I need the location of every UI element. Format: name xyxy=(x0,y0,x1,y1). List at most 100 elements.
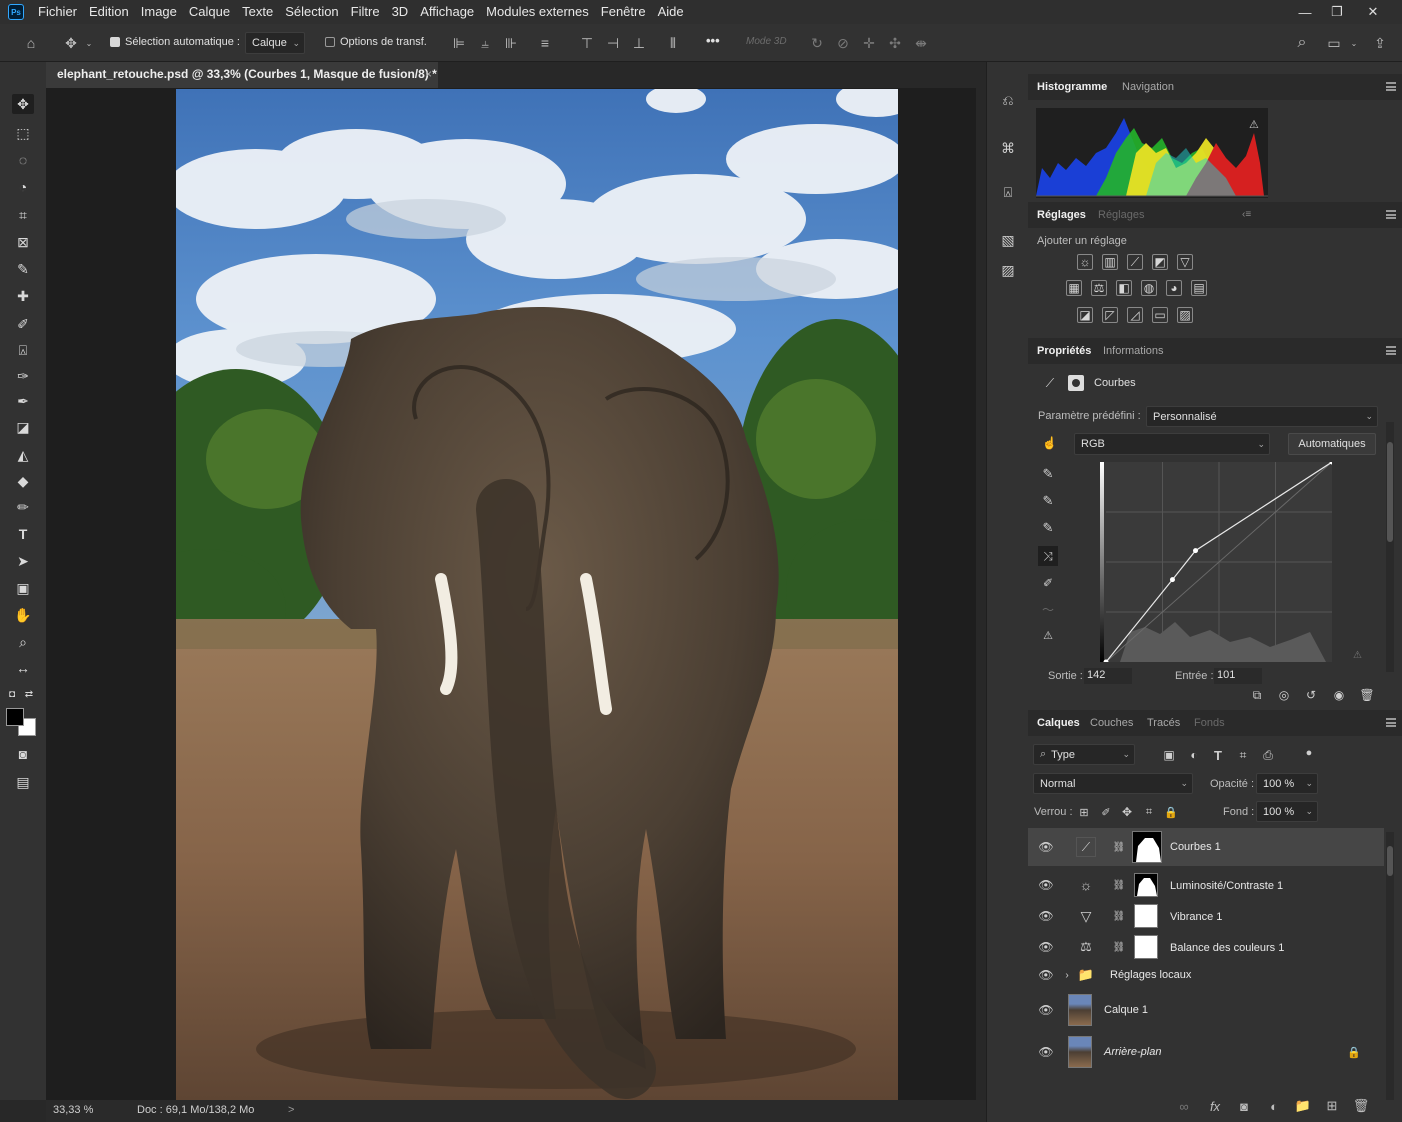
output-field[interactable]: 142 xyxy=(1084,668,1132,684)
posterize-icon[interactable]: ◸ xyxy=(1102,307,1118,323)
align-center-h-icon[interactable]: ⫨ xyxy=(476,34,494,52)
minimize-button[interactable]: — xyxy=(1288,0,1322,24)
panel-collapse-icon[interactable]: ‹≡ xyxy=(1242,209,1251,220)
paragraph-panel-icon[interactable]: ▧ xyxy=(998,230,1018,250)
lock-all-icon[interactable]: 🔒 xyxy=(1161,802,1181,822)
scrollbar-thumb[interactable] xyxy=(1387,442,1393,542)
pen-tool-icon[interactable]: ✏ xyxy=(12,497,34,517)
marquee-tool-icon[interactable]: ⬚ xyxy=(12,123,34,143)
lock-icon[interactable]: 🔒 xyxy=(1344,1042,1364,1062)
new-group-icon[interactable]: 📁 xyxy=(1295,1098,1311,1114)
set-black-point-icon[interactable]: ✎ xyxy=(1038,464,1058,484)
restore-button[interactable]: ❐ xyxy=(1320,0,1354,24)
layer-row-vibrance[interactable]: 👁 ▽ ⛓ Vibrance 1 xyxy=(1028,901,1384,932)
document-tab[interactable]: elephant_retouche.psd @ 33,3% (Courbes 1… xyxy=(46,62,438,88)
filter-pixel-icon[interactable]: ▣ xyxy=(1159,745,1179,765)
arriere-plan-thumbnail[interactable] xyxy=(1068,1036,1092,1068)
filter-shape-icon[interactable]: ⌗ xyxy=(1233,745,1253,765)
new-adjustment-layer-icon[interactable]: ◐ xyxy=(1266,1098,1282,1114)
menu-filtre[interactable]: Filtre xyxy=(345,0,386,24)
orbit-3d-icon[interactable]: ↻ xyxy=(808,34,826,52)
align-right-icon[interactable]: ⊪ xyxy=(502,34,520,52)
properties-scrollbar[interactable] xyxy=(1386,422,1394,672)
tab-calques[interactable]: Calques xyxy=(1037,710,1080,736)
elephant-photo[interactable] xyxy=(176,89,898,1100)
close-tab-icon[interactable]: × xyxy=(425,62,432,86)
filter-adjustment-icon[interactable]: ◐ xyxy=(1184,745,1204,765)
chevron-right-icon[interactable]: › xyxy=(1060,965,1074,985)
tab-navigation[interactable]: Navigation xyxy=(1122,74,1174,100)
filter-smart-object-icon[interactable]: ⎙ xyxy=(1258,745,1278,765)
status-menu-arrow[interactable]: > xyxy=(288,1104,294,1116)
clipping-display-icon[interactable]: ⚠ xyxy=(1038,625,1058,645)
set-gray-point-icon[interactable]: ✎ xyxy=(1038,491,1058,511)
swap-colors-icon[interactable]: ⇄ xyxy=(22,684,36,704)
zoom-tool-icon[interactable]: ⌕ xyxy=(12,632,34,652)
menu-affichage[interactable]: Affichage xyxy=(414,0,480,24)
color-lookup-icon[interactable]: ▤ xyxy=(1191,280,1207,296)
tab-informations[interactable]: Informations xyxy=(1103,338,1164,364)
brush-tool-icon[interactable]: ✐ xyxy=(12,314,34,334)
screen-mode-icon[interactable]: ▤ xyxy=(12,772,34,792)
clone-stamp-tool-icon[interactable]: ⍓ xyxy=(12,340,34,360)
gradient-map-icon[interactable]: ▭ xyxy=(1152,307,1168,323)
mask-link-icon[interactable]: ⛓ xyxy=(1112,875,1126,895)
layer-row-arriere-plan[interactable]: 👁 Arrière-plan 🔒 xyxy=(1028,1032,1384,1072)
history-brush-tool-icon[interactable]: ✑ xyxy=(12,366,34,386)
layer-mask-icon[interactable] xyxy=(1068,375,1084,391)
menu-texte[interactable]: Texte xyxy=(236,0,279,24)
align-bottom-icon[interactable]: ⊥ xyxy=(630,34,648,52)
align-middle-icon[interactable]: ⊣ xyxy=(604,34,622,52)
visibility-eye-icon[interactable]: 👁 xyxy=(1038,877,1054,893)
preset-dropdown[interactable]: Personnalisé ⌄ xyxy=(1146,406,1378,427)
move-tool-preset-icon[interactable]: ✥ xyxy=(62,34,80,52)
invert-icon[interactable]: ◪ xyxy=(1077,307,1093,323)
layer-row-luminosite[interactable]: 👁 ☼ ⛓ Luminosité/Contraste 1 xyxy=(1028,870,1384,901)
mask-link-icon[interactable]: ⛓ xyxy=(1112,906,1126,926)
lock-position-icon[interactable]: ✥ xyxy=(1117,802,1137,822)
distribute-v-icon[interactable]: ⦀ xyxy=(664,34,682,52)
brightness-mask-thumbnail[interactable] xyxy=(1134,873,1158,897)
lock-artboard-icon[interactable]: ⌗ xyxy=(1139,802,1159,822)
hue-saturation-icon[interactable]: ▦ xyxy=(1066,280,1082,296)
filter-type-icon[interactable]: T xyxy=(1208,745,1228,765)
more-options-button[interactable]: ••• xyxy=(706,33,720,48)
close-window-button[interactable]: ✕ xyxy=(1356,0,1390,24)
clipping-warning-icon[interactable]: ⚠ xyxy=(1249,118,1259,131)
panel-menu-icon[interactable] xyxy=(1386,718,1396,727)
new-layer-icon[interactable]: ⊞ xyxy=(1324,1098,1340,1114)
default-colors-icon[interactable]: ◘ xyxy=(5,684,19,704)
channel-mixer-icon[interactable]: ◕ xyxy=(1166,280,1182,296)
panel-menu-icon[interactable] xyxy=(1386,210,1396,219)
photo-filter-icon[interactable]: ◍ xyxy=(1141,280,1157,296)
paint-bucket-tool-icon[interactable]: ◭ xyxy=(12,445,34,465)
layer-row-group[interactable]: 👁 › 📁 Réglages locaux xyxy=(1028,962,1384,988)
tab-couches[interactable]: Couches xyxy=(1090,710,1133,736)
layer-name[interactable]: Calque 1 xyxy=(1104,1004,1148,1016)
menu-selection[interactable]: Sélection xyxy=(279,0,344,24)
filter-toggle-icon[interactable]: ● xyxy=(1299,743,1319,763)
exposure-icon[interactable]: ◩ xyxy=(1152,254,1168,270)
layer-name[interactable]: Arrière-plan xyxy=(1104,1046,1161,1058)
menu-aide[interactable]: Aide xyxy=(652,0,690,24)
eyedropper-tool-icon[interactable]: ✎ xyxy=(12,259,34,279)
mixer-brush-tool-icon[interactable]: ✒ xyxy=(12,391,34,411)
layer-row-balance[interactable]: 👁 ⚖ ⛓ Balance des couleurs 1 xyxy=(1028,932,1384,963)
tab-histogramme[interactable]: Histogramme xyxy=(1037,74,1107,100)
calque1-thumbnail[interactable] xyxy=(1068,994,1092,1026)
visibility-eye-icon[interactable]: 👁 xyxy=(1038,908,1054,924)
drag-3d-icon[interactable]: ✛ xyxy=(860,34,878,52)
scale-3d-icon[interactable]: ⇼ xyxy=(912,34,930,52)
menu-fenetre[interactable]: Fenêtre xyxy=(595,0,652,24)
layer-name[interactable]: Vibrance 1 xyxy=(1170,911,1222,923)
tab-fonds[interactable]: Fonds xyxy=(1194,710,1225,736)
auto-select-target-dropdown[interactable]: Calque ⌄ xyxy=(245,32,305,54)
tab-proprietes[interactable]: Propriétés xyxy=(1037,338,1091,364)
layer-name[interactable]: Courbes 1 xyxy=(1170,841,1221,853)
tab-traces[interactable]: Tracés xyxy=(1147,710,1180,736)
scrollbar-thumb[interactable] xyxy=(1387,846,1393,876)
mask-link-icon[interactable]: ⛓ xyxy=(1112,837,1126,857)
levels-icon[interactable]: ▥ xyxy=(1102,254,1118,270)
smooth-curve-icon[interactable]: 〜 xyxy=(1038,599,1058,619)
type-tool-icon[interactable]: T xyxy=(12,524,34,544)
